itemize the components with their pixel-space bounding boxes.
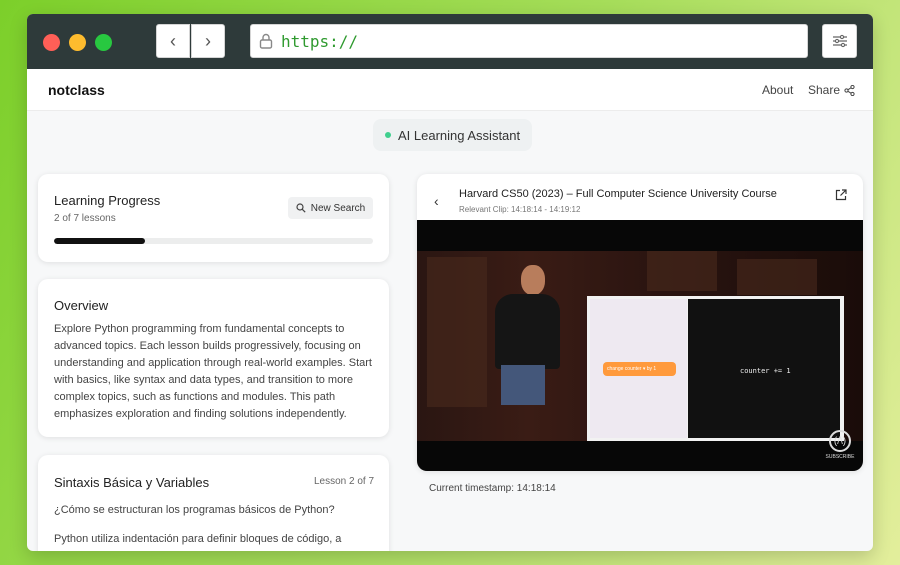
minimize-window-button[interactable]	[69, 34, 86, 51]
address-bar[interactable]: https://	[250, 24, 808, 58]
share-label: Share	[808, 83, 841, 97]
external-link-icon[interactable]	[835, 189, 847, 201]
progress-bar	[54, 238, 373, 244]
overview-title: Overview	[54, 298, 109, 313]
ai-assistant-pill[interactable]: AI Learning Assistant	[373, 119, 533, 151]
lecturer-legs	[501, 365, 545, 405]
progress-title: Learning Progress	[54, 193, 161, 208]
app-header: notclass About Share	[27, 69, 873, 111]
overview-body: Explore Python programming from fundamen…	[54, 323, 372, 420]
channel-logo-icon: (/\)	[829, 430, 851, 452]
about-link[interactable]: About	[762, 83, 793, 97]
chevron-right-icon: ›	[205, 30, 211, 51]
video-clip-range: Relevant Clip: 14:18:14 - 14:19:12	[459, 205, 581, 214]
subscribe-label: SUBSCRIBE	[825, 454, 855, 460]
back-button[interactable]: ‹	[156, 24, 190, 58]
url-text: https://	[281, 31, 359, 51]
background-panel	[427, 257, 487, 407]
video-title: Harvard CS50 (2023) – Full Computer Scie…	[459, 188, 777, 200]
search-icon	[296, 203, 306, 213]
lesson-paragraph: Python utiliza indentación para definir …	[54, 533, 342, 545]
code-text: counter += 1	[740, 367, 791, 375]
video-back-button[interactable]: ‹	[434, 193, 439, 209]
brand-logo[interactable]: notclass	[48, 82, 105, 98]
assistant-label: AI Learning Assistant	[398, 127, 521, 143]
share-button[interactable]: Share	[808, 83, 855, 97]
lesson-title: Sintaxis Básica y Variables	[54, 475, 210, 490]
new-search-label: New Search	[310, 202, 366, 214]
lecturer-head	[521, 265, 545, 295]
scratch-panel: change counter ▾ by 1	[590, 299, 687, 438]
share-icon	[844, 84, 855, 96]
lecturer-body	[495, 294, 560, 369]
scratch-block: change counter ▾ by 1	[603, 362, 676, 376]
lesson-badge: Lesson 2 of 7	[314, 476, 375, 487]
video-player[interactable]: change counter ▾ by 1 counter += 1 (/\) …	[417, 220, 863, 471]
forward-button[interactable]: ›	[191, 24, 225, 58]
settings-button[interactable]	[822, 24, 857, 58]
code-panel: counter += 1	[688, 299, 840, 438]
browser-window: ‹ › https:// notclass About Share AI Lea…	[27, 14, 873, 551]
background-panel	[647, 251, 717, 291]
overview-card: Overview Explore Python programming from…	[38, 279, 389, 437]
status-dot	[385, 132, 391, 138]
close-window-button[interactable]	[43, 34, 60, 51]
lock-icon	[259, 33, 273, 49]
progress-bar-fill	[54, 238, 146, 244]
chevron-left-icon: ‹	[170, 30, 176, 51]
background-panel	[737, 259, 817, 295]
subscribe-badge[interactable]: (/\) SUBSCRIBE	[823, 430, 857, 460]
learning-progress-card: Learning Progress 2 of 7 lessons New Sea…	[38, 174, 389, 262]
video-card: ‹ Harvard CS50 (2023) – Full Computer Sc…	[417, 174, 863, 471]
new-search-button[interactable]: New Search	[288, 197, 373, 219]
current-timestamp: Current timestamp: 14:18:14	[429, 483, 556, 494]
sliders-icon	[832, 34, 847, 48]
lesson-question: ¿Cómo se estructuran los programas básic…	[54, 504, 335, 516]
maximize-window-button[interactable]	[95, 34, 112, 51]
projection-screen: change counter ▾ by 1 counter += 1	[587, 296, 844, 441]
progress-subtitle: 2 of 7 lessons	[54, 213, 116, 224]
lesson-card[interactable]: Sintaxis Básica y Variables Lesson 2 of …	[38, 455, 389, 551]
video-frame: change counter ▾ by 1 counter += 1	[417, 251, 863, 441]
browser-chrome: ‹ › https://	[27, 14, 873, 69]
